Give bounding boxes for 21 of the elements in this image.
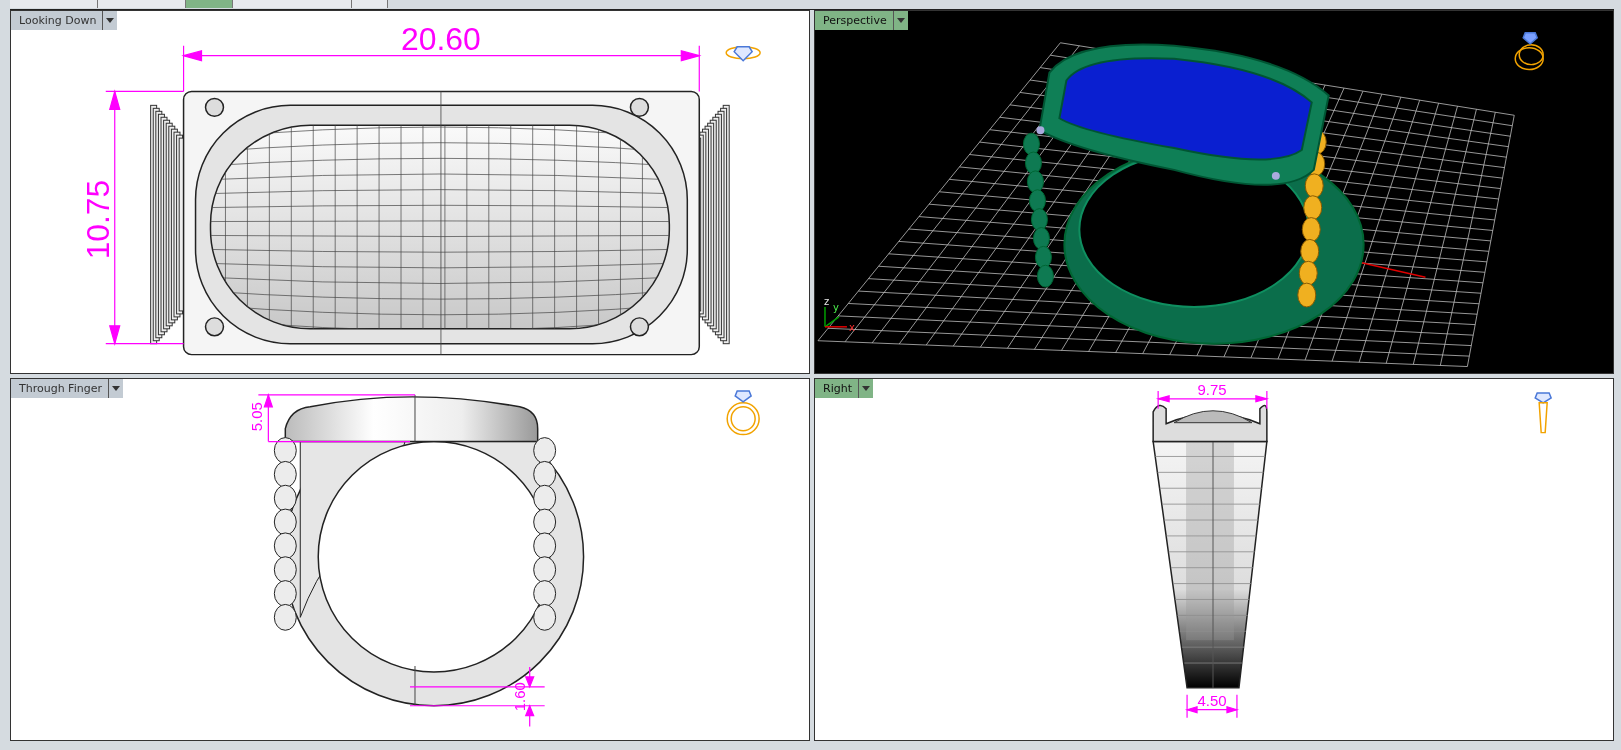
viewport-title[interactable]: Through Finger: [11, 378, 109, 398]
viewport-title[interactable]: Perspective: [815, 11, 894, 30]
axis-icon: [824, 306, 848, 328]
viewport-tab[interactable]: [352, 0, 388, 8]
ring-icon: [1534, 391, 1553, 433]
axis-label: z: [824, 296, 830, 307]
ring-icon: [725, 46, 761, 62]
dimension-label: 10.75: [79, 179, 116, 260]
dimension-line: [1185, 693, 1239, 718]
viewport-title[interactable]: Right: [815, 378, 859, 398]
viewport-title[interactable]: Looking Down: [11, 11, 104, 30]
ring-icon: [726, 389, 760, 435]
dimension-label: 1.60: [510, 681, 528, 711]
dimension-label: 5.05: [248, 401, 266, 431]
dropdown-caret-icon[interactable]: [103, 11, 118, 30]
ring-icon: [1514, 32, 1544, 71]
axis-label: x: [848, 321, 855, 333]
axis-label: y: [832, 301, 839, 313]
dimension-label: 4.50: [1197, 691, 1227, 709]
dimension-label: 20.60: [401, 20, 481, 57]
dimension-label: 9.75: [1197, 380, 1227, 398]
